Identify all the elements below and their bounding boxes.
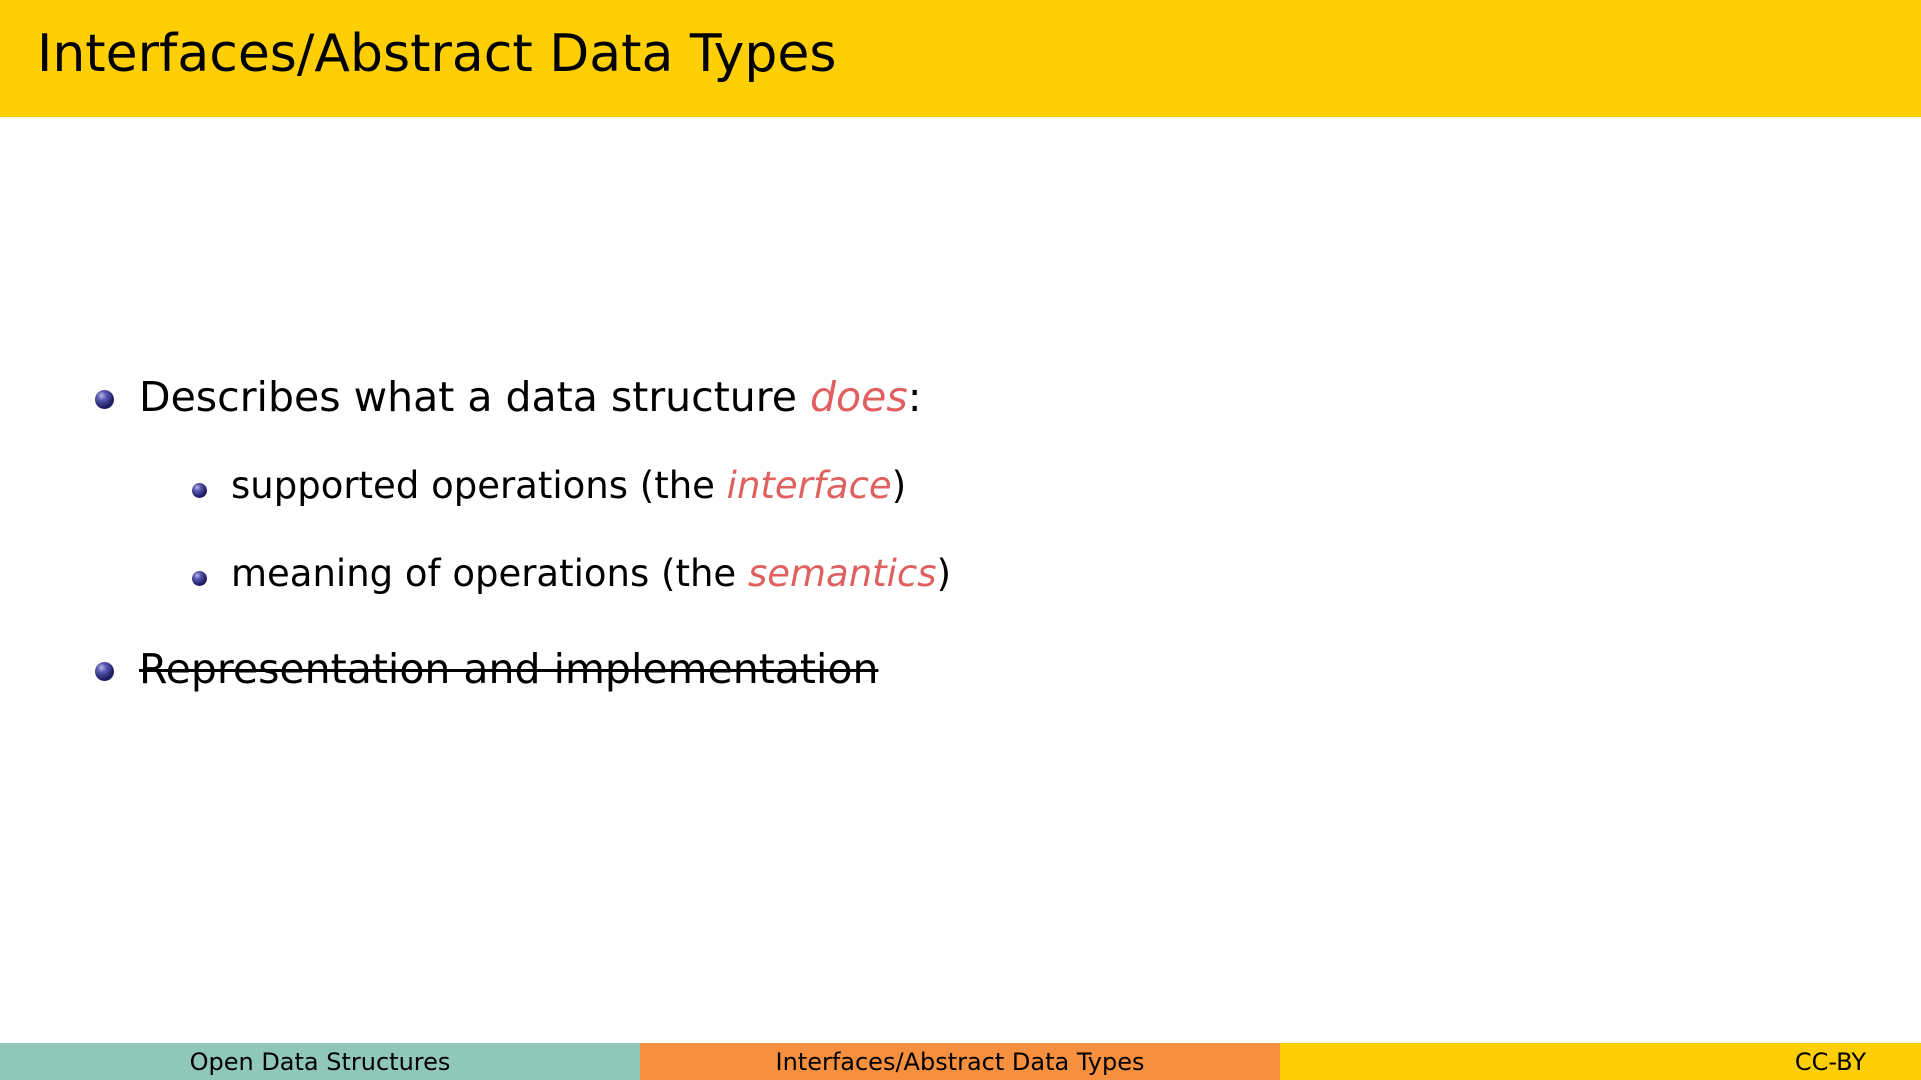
emphasis-text: semantics xyxy=(747,552,937,595)
emphasis-text: interface xyxy=(726,464,892,507)
sub-bullet-text-suffix: ) xyxy=(936,552,951,595)
bullet-item-representation: Representation and implementation xyxy=(139,649,878,690)
bullet-text: Describes what a data structure xyxy=(139,373,810,421)
footer-bar: Open Data Structures Interfaces/Abstract… xyxy=(0,1043,1921,1080)
footer-right: CC-BY xyxy=(1280,1043,1921,1080)
footer-center: Interfaces/Abstract Data Types xyxy=(640,1043,1280,1080)
emphasis-text: does xyxy=(809,373,908,421)
slide-body: Describes what a data structure does: su… xyxy=(0,117,1921,1043)
footer-slide-title: Interfaces/Abstract Data Types xyxy=(775,1047,1145,1076)
bullet-icon xyxy=(95,662,114,681)
sub-bullet-text: meaning of operations (the xyxy=(231,552,748,595)
sub-bullet-text-suffix: ) xyxy=(891,464,907,507)
sub-bullet-icon xyxy=(192,571,207,586)
bullet-text-suffix: : xyxy=(907,373,922,421)
sub-bullet-icon xyxy=(192,483,207,498)
sub-bullet-item-interface: supported operations (the interface) xyxy=(231,467,906,504)
footer-course-title: Open Data Structures xyxy=(189,1047,451,1076)
title-bar: Interfaces/Abstract Data Types xyxy=(0,0,1921,117)
bullet-item-describes: Describes what a data structure does: xyxy=(139,377,922,418)
struck-text: Representation and implementation xyxy=(139,645,879,693)
bullet-icon xyxy=(95,390,114,409)
footer-left: Open Data Structures xyxy=(0,1043,640,1080)
sub-bullet-text: supported operations (the xyxy=(231,464,727,507)
slide-title: Interfaces/Abstract Data Types xyxy=(37,24,837,84)
footer-license: CC-BY xyxy=(1794,1047,1866,1076)
sub-bullet-item-semantics: meaning of operations (the semantics) xyxy=(231,555,951,592)
